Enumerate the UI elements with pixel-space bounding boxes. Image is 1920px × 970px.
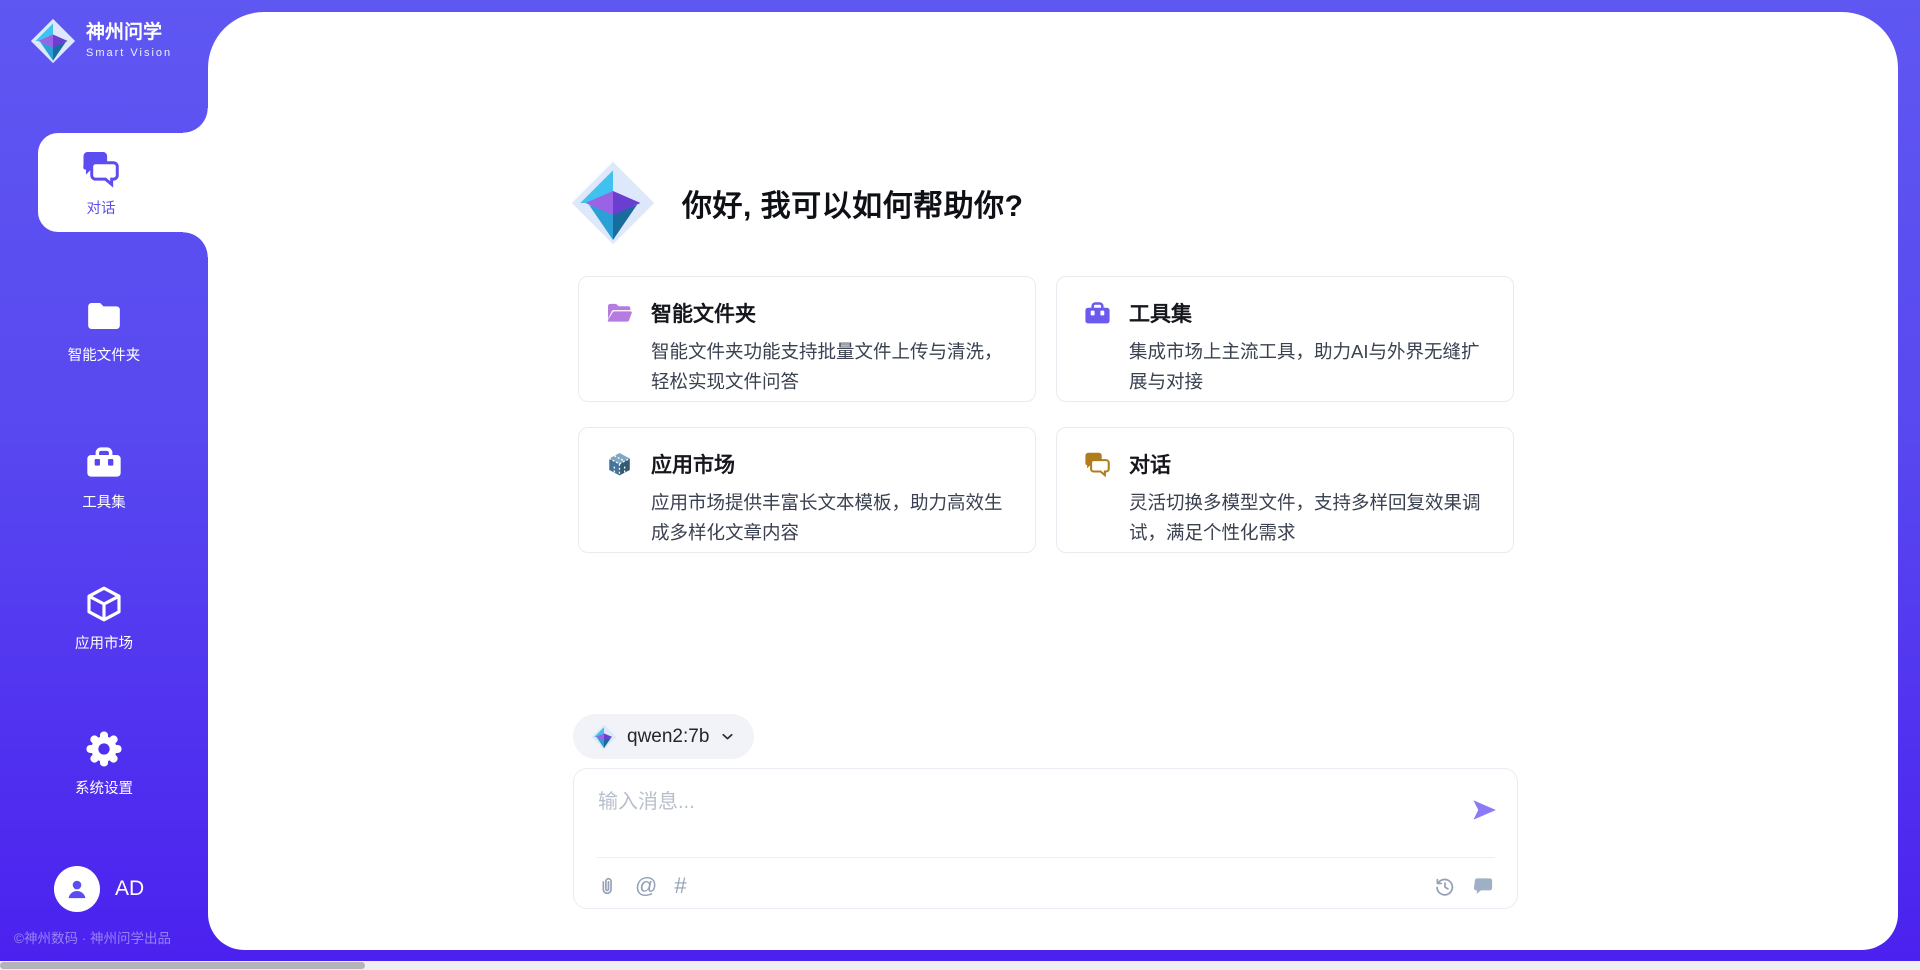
hash-icon[interactable]: # [674,875,686,897]
brand-subtitle: Smart Vision [86,47,172,59]
chat-icon [80,148,122,190]
message-composer: @ # [573,768,1518,909]
history-icon[interactable] [1433,875,1456,898]
cube-icon [84,584,124,624]
toolbox-icon [84,443,124,483]
feature-card-chat[interactable]: 对话 灵活切换多模型文件，支持多样回复效果调试，满足个性化需求 [1056,427,1514,553]
toolbox-icon [1083,299,1112,328]
horizontal-scrollbar[interactable] [0,961,1920,970]
card-description: 灵活切换多模型文件，支持多样回复效果调试，满足个性化需求 [1129,488,1487,548]
greeting-title: 你好, 我可以如何帮助你? [682,181,1024,225]
copyright-text: ©神州数码 · 神州问学出品 [14,927,171,947]
feature-card-app-market[interactable]: 应用市场 应用市场提供丰富长文本模板，助力高效生成多样化文章内容 [578,427,1036,553]
tab-fillet-bottom [183,232,208,257]
sidebar: 神州问学 Smart Vision 对话 智能文件夹 [0,0,208,970]
user-profile[interactable]: AD [54,866,144,912]
feature-card-toolset[interactable]: 工具集 集成市场上主流工具，助力AI与外界无缝扩展与对接 [1056,276,1514,402]
sidebar-item-label: 应用市场 [75,632,133,653]
card-title: 工具集 [1129,298,1192,328]
brand: 神州问学 Smart Vision [30,18,172,64]
chevron-down-icon [719,728,736,745]
brand-title: 神州问学 [86,23,172,44]
sidebar-item-label: 智能文件夹 [68,344,141,365]
person-icon [63,875,91,903]
folder-icon [84,296,124,336]
cube-grid-icon [605,450,634,479]
sidebar-item-toolset[interactable]: 工具集 [0,443,208,512]
sidebar-item-label: 工具集 [82,491,126,512]
send-button[interactable] [1469,795,1499,825]
sidebar-item-label: 系统设置 [75,777,133,798]
tab-fillet-top [183,108,208,133]
composer-toolbar: @ # [596,867,1495,905]
greeting: 你好, 我可以如何帮助你? [570,160,1024,246]
card-description: 应用市场提供丰富长文本模板，助力高效生成多样化文章内容 [651,488,1009,548]
model-name: qwen2:7b [627,726,709,748]
chat-icon [1083,450,1112,479]
sidebar-item-chat[interactable]: 对话 [38,133,208,232]
main-panel: 你好, 我可以如何帮助你? 智能文件夹 智能文件夹功能支持批量文件上传与清洗，轻… [208,12,1898,950]
feature-cards: 智能文件夹 智能文件夹功能支持批量文件上传与清洗，轻松实现文件问答 工具集 集 [578,276,1514,553]
sidebar-item-settings[interactable]: 系统设置 [0,729,208,798]
card-title: 智能文件夹 [651,298,756,328]
chat-bubble-icon[interactable] [1472,875,1495,898]
gear-icon [84,729,124,769]
folder-open-icon [605,299,634,328]
brand-diamond-icon [570,160,656,246]
brand-diamond-icon [30,18,76,64]
card-title: 对话 [1129,449,1171,479]
sidebar-item-app-market[interactable]: 应用市场 [0,584,208,653]
card-title: 应用市场 [651,449,735,479]
sidebar-item-smart-folder[interactable]: 智能文件夹 [0,296,208,365]
at-icon[interactable]: @ [635,875,657,897]
feature-card-smart-folder[interactable]: 智能文件夹 智能文件夹功能支持批量文件上传与清洗，轻松实现文件问答 [578,276,1036,402]
model-selector[interactable]: qwen2:7b [573,714,754,759]
composer-divider [596,857,1495,858]
paperclip-icon[interactable] [596,875,618,897]
sidebar-item-label: 对话 [87,197,116,218]
user-initials: AD [115,877,144,901]
card-description: 智能文件夹功能支持批量文件上传与清洗，轻松实现文件问答 [651,337,1009,397]
message-input[interactable] [596,783,1440,847]
avatar [54,866,100,912]
scrollbar-thumb[interactable] [0,962,365,969]
send-icon [1469,795,1499,825]
card-description: 集成市场上主流工具，助力AI与外界无缝扩展与对接 [1129,337,1487,397]
brand-diamond-icon [591,724,617,750]
